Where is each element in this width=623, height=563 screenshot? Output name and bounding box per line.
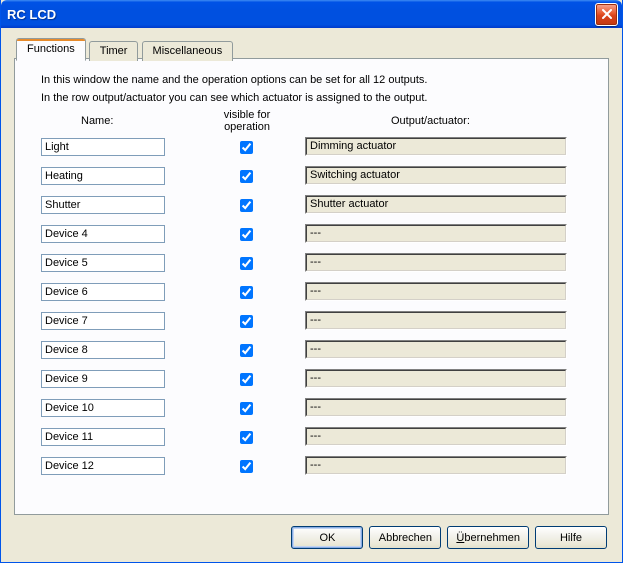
button-bar: OK Abbrechen Übernehmen Hilfe	[291, 526, 607, 549]
output-row: Dimming actuator	[41, 135, 582, 164]
output-row: ---	[41, 251, 582, 280]
output-actuator-field: Dimming actuator	[305, 137, 567, 156]
output-row: Shutter actuator	[41, 193, 582, 222]
tab-strip: Functions Timer Miscellaneous	[14, 38, 609, 59]
output-row: ---	[41, 280, 582, 309]
intro-text-2: In the row output/actuator you can see w…	[41, 91, 582, 105]
output-actuator-field: ---	[305, 282, 567, 301]
name-input[interactable]	[41, 167, 165, 185]
name-input[interactable]	[41, 225, 165, 243]
header-name: Name:	[81, 115, 113, 127]
output-row: ---	[41, 309, 582, 338]
name-input[interactable]	[41, 457, 165, 475]
visible-checkbox[interactable]	[240, 257, 253, 270]
window-title: RC LCD	[7, 7, 595, 22]
tab-functions[interactable]: Functions	[16, 38, 86, 61]
visible-checkbox[interactable]	[240, 373, 253, 386]
visible-checkbox[interactable]	[240, 141, 253, 154]
output-row: ---	[41, 367, 582, 396]
output-row: ---	[41, 425, 582, 454]
name-input[interactable]	[41, 341, 165, 359]
output-actuator-field: ---	[305, 369, 567, 388]
output-actuator-field: ---	[305, 340, 567, 359]
tab-timer[interactable]: Timer	[89, 41, 139, 61]
visible-checkbox[interactable]	[240, 460, 253, 473]
intro-text-1: In this window the name and the operatio…	[41, 73, 582, 87]
visible-checkbox[interactable]	[240, 402, 253, 415]
cancel-button[interactable]: Abbrechen	[369, 526, 441, 549]
tab-control: Functions Timer Miscellaneous In this wi…	[14, 38, 609, 515]
column-headers: Name: visible for operation Output/actua…	[41, 109, 582, 135]
close-icon	[602, 9, 612, 19]
close-button[interactable]	[595, 3, 618, 26]
output-row: ---	[41, 222, 582, 251]
visible-checkbox[interactable]	[240, 315, 253, 328]
output-actuator-field: ---	[305, 427, 567, 446]
visible-checkbox[interactable]	[240, 228, 253, 241]
output-row: ---	[41, 396, 582, 425]
output-actuator-field: ---	[305, 253, 567, 272]
header-visible: visible for operation	[217, 109, 277, 133]
visible-checkbox[interactable]	[240, 286, 253, 299]
ok-button[interactable]: OK	[291, 526, 363, 549]
output-actuator-field: ---	[305, 311, 567, 330]
titlebar: RC LCD	[1, 0, 622, 28]
rows-container: Dimming actuator Switching actuator Shutte…	[41, 135, 582, 483]
name-input[interactable]	[41, 138, 165, 156]
output-actuator-field: ---	[305, 398, 567, 417]
output-actuator-field: ---	[305, 224, 567, 243]
tab-panel-functions: In this window the name and the operatio…	[14, 58, 609, 515]
output-actuator-field: ---	[305, 456, 567, 475]
header-output: Output/actuator:	[391, 115, 470, 127]
client-area: Functions Timer Miscellaneous In this wi…	[4, 30, 619, 559]
name-input[interactable]	[41, 196, 165, 214]
visible-checkbox[interactable]	[240, 431, 253, 444]
help-button[interactable]: Hilfe	[535, 526, 607, 549]
visible-checkbox[interactable]	[240, 170, 253, 183]
output-row: ---	[41, 338, 582, 367]
output-actuator-field: Shutter actuator	[305, 195, 567, 214]
name-input[interactable]	[41, 370, 165, 388]
visible-checkbox[interactable]	[240, 199, 253, 212]
output-row: ---	[41, 454, 582, 483]
tab-miscellaneous[interactable]: Miscellaneous	[142, 41, 234, 61]
visible-checkbox[interactable]	[240, 344, 253, 357]
name-input[interactable]	[41, 283, 165, 301]
dialog-window: RC LCD Functions Timer Miscellaneous In …	[0, 0, 623, 563]
output-row: Switching actuator	[41, 164, 582, 193]
name-input[interactable]	[41, 312, 165, 330]
name-input[interactable]	[41, 254, 165, 272]
output-actuator-field: Switching actuator	[305, 166, 567, 185]
name-input[interactable]	[41, 399, 165, 417]
name-input[interactable]	[41, 428, 165, 446]
apply-button[interactable]: Übernehmen	[447, 526, 529, 549]
